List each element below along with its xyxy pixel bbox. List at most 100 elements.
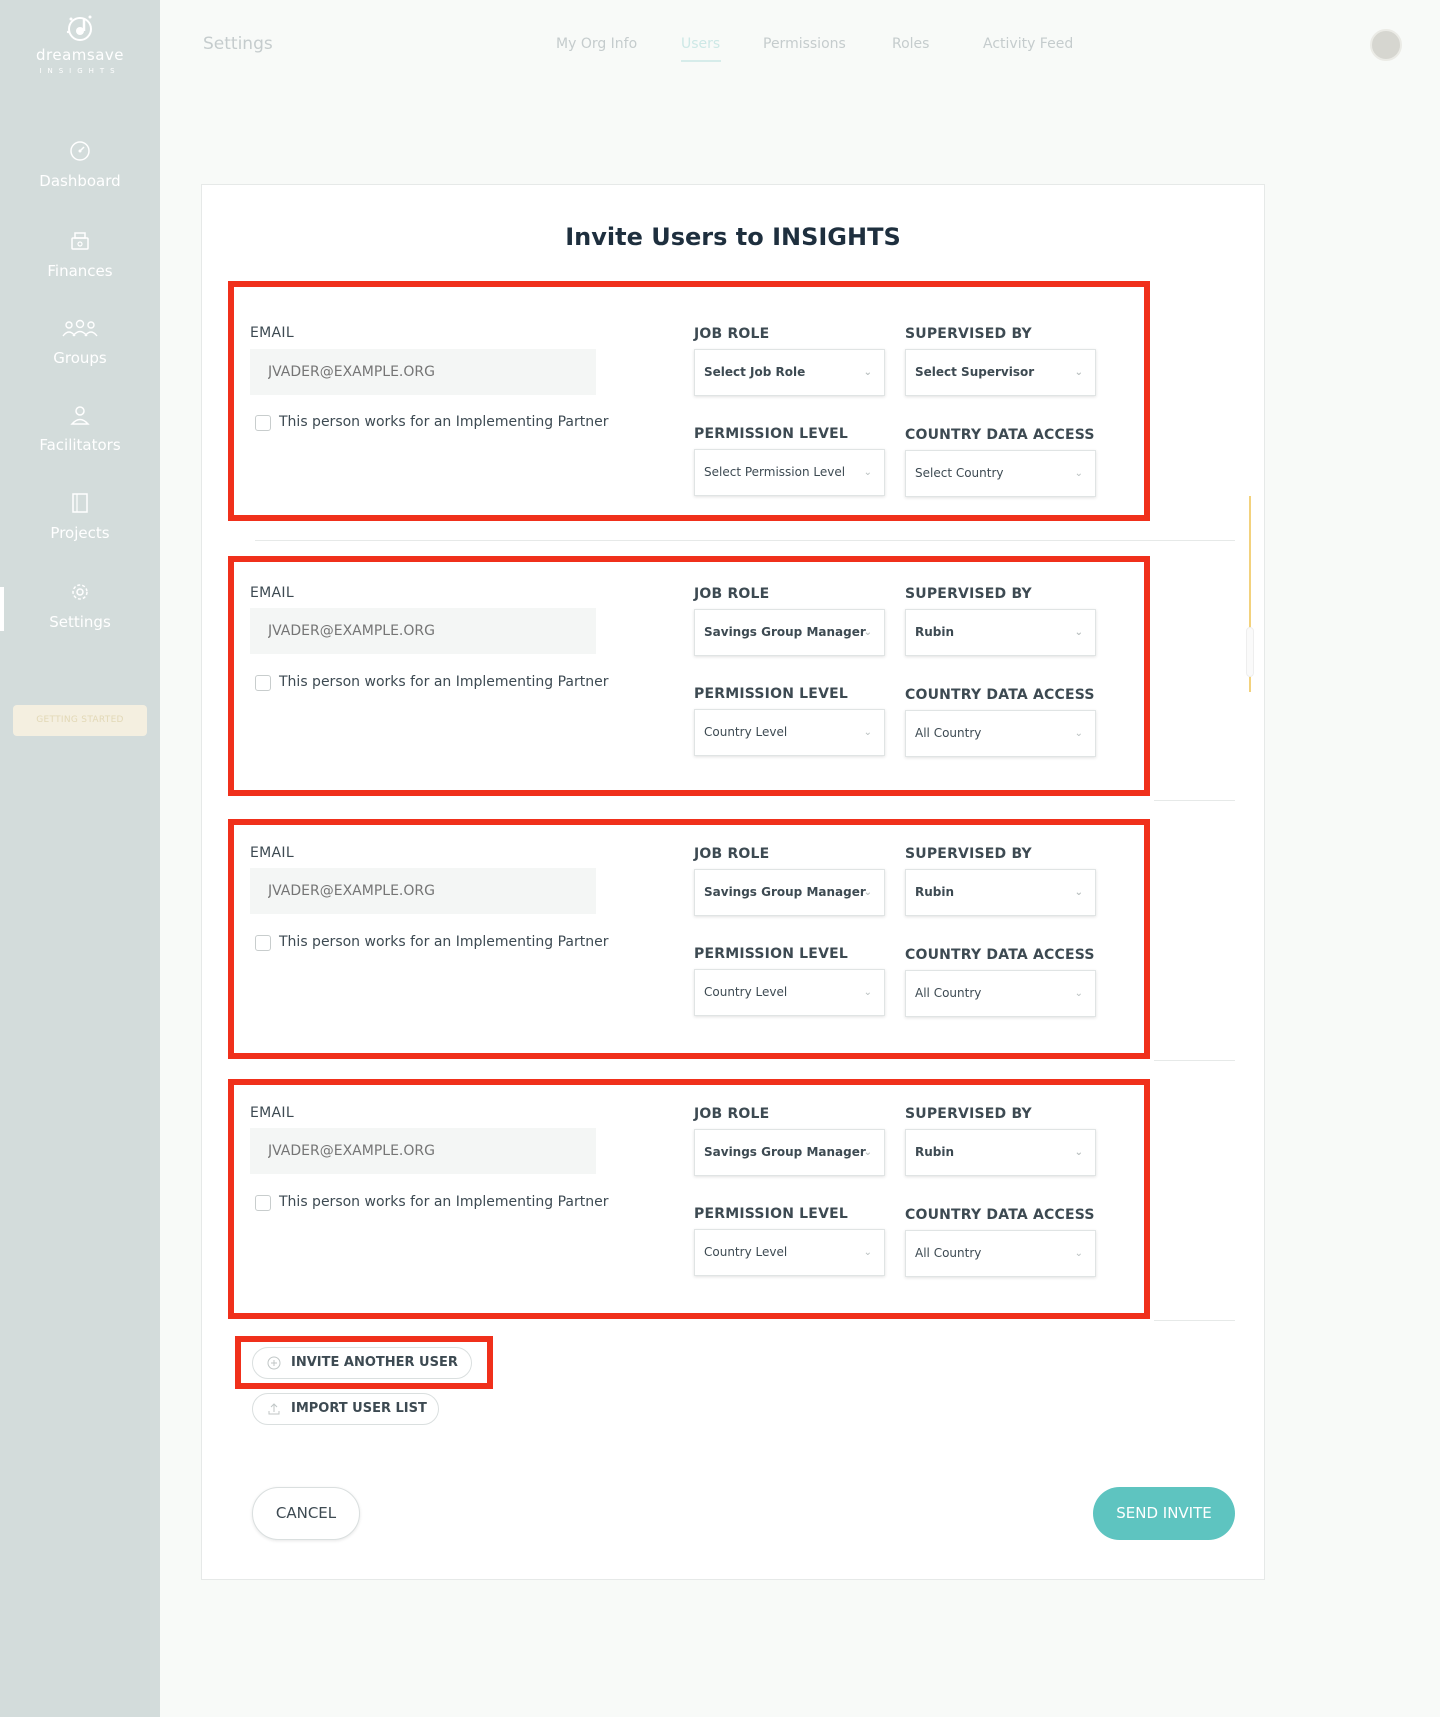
supervisor-value: Select Supervisor bbox=[915, 365, 1035, 379]
job-role-label: JOB ROLE bbox=[694, 846, 770, 862]
tab-activity-feed[interactable]: Activity Feed bbox=[983, 36, 1073, 52]
sidebar-item-label: Settings bbox=[49, 613, 111, 631]
chevron-down-icon: ⌄ bbox=[1074, 367, 1083, 378]
sidebar-item-label: Groups bbox=[53, 349, 107, 367]
tab-permissions[interactable]: Permissions bbox=[763, 36, 846, 52]
chevron-down-icon: ⌄ bbox=[1074, 1147, 1083, 1158]
invite-entry: EMAIL This person works for an Implement… bbox=[228, 281, 1150, 521]
partner-checkbox[interactable] bbox=[255, 415, 271, 431]
supervisor-select[interactable]: Rubin ⌄ bbox=[905, 1129, 1096, 1176]
avatar[interactable] bbox=[1370, 29, 1402, 61]
permission-level-label: PERMISSION LEVEL bbox=[694, 426, 848, 442]
chevron-down-icon: ⌄ bbox=[863, 887, 872, 898]
chevron-down-icon: ⌄ bbox=[1074, 887, 1083, 898]
job-role-value: Savings Group Manager bbox=[704, 625, 866, 639]
email-label: EMAIL bbox=[250, 1105, 294, 1121]
sidebar-item-finances[interactable]: Finances bbox=[0, 230, 160, 280]
cash-register-icon bbox=[71, 232, 89, 250]
job-role-label: JOB ROLE bbox=[694, 586, 770, 602]
permission-level-select[interactable]: Select Permission Level ⌄ bbox=[694, 449, 885, 496]
getting-started-button[interactable]: GETTING STARTED bbox=[13, 705, 147, 736]
cancel-button[interactable]: CANCEL bbox=[252, 1487, 360, 1540]
sidebar-item-groups[interactable]: Groups bbox=[0, 317, 160, 367]
sidebar-item-label: Facilitators bbox=[39, 436, 121, 454]
partner-checkbox-label: This person works for an Implementing Pa… bbox=[279, 1194, 609, 1210]
supervisor-value: Rubin bbox=[915, 625, 955, 639]
divider bbox=[255, 540, 1235, 541]
email-field[interactable] bbox=[250, 1128, 596, 1174]
email-label: EMAIL bbox=[250, 325, 294, 341]
chevron-down-icon: ⌄ bbox=[1074, 627, 1083, 638]
divider bbox=[1154, 1060, 1235, 1061]
permission-level-label: PERMISSION LEVEL bbox=[694, 686, 848, 702]
sidebar-item-dashboard[interactable]: Dashboard bbox=[0, 140, 160, 190]
country-data-access-label: COUNTRY DATA ACCESS bbox=[905, 687, 1095, 703]
job-role-select[interactable]: Savings Group Manager ⌄ bbox=[694, 609, 885, 656]
country-select[interactable]: All Country ⌄ bbox=[905, 970, 1096, 1017]
sidebar-item-settings[interactable]: Settings bbox=[0, 581, 160, 631]
email-field[interactable] bbox=[250, 608, 596, 654]
email-label: EMAIL bbox=[250, 845, 294, 861]
partner-checkbox[interactable] bbox=[255, 935, 271, 951]
group-icon bbox=[62, 319, 98, 337]
sidebar-item-projects[interactable]: Projects bbox=[0, 492, 160, 542]
job-role-select[interactable]: Select Job Role ⌄ bbox=[694, 349, 885, 396]
job-role-select[interactable]: Savings Group Manager ⌄ bbox=[694, 869, 885, 916]
chevron-down-icon: ⌄ bbox=[1074, 988, 1083, 999]
tab-my-org-info[interactable]: My Org Info bbox=[556, 36, 637, 52]
partner-checkbox[interactable] bbox=[255, 1195, 271, 1211]
import-user-list-label: IMPORT USER LIST bbox=[291, 1401, 427, 1416]
job-role-label: JOB ROLE bbox=[694, 326, 770, 342]
sidebar: dreamsave INSIGHTS Dashboard Finances Gr… bbox=[0, 0, 160, 1717]
invite-another-user-label: INVITE ANOTHER USER bbox=[291, 1355, 458, 1370]
country-select[interactable]: All Country ⌄ bbox=[905, 710, 1096, 757]
app-logo[interactable]: dreamsave INSIGHTS bbox=[0, 12, 160, 75]
supervisor-value: Rubin bbox=[915, 885, 955, 899]
supervised-by-label: SUPERVISED BY bbox=[905, 1106, 1032, 1122]
tab-users[interactable]: Users bbox=[681, 36, 720, 52]
chevron-down-icon: ⌄ bbox=[863, 727, 872, 738]
partner-checkbox[interactable] bbox=[255, 675, 271, 691]
sidebar-item-label: Projects bbox=[50, 524, 110, 542]
scroll-thumb[interactable] bbox=[1246, 627, 1254, 677]
page-title: Settings bbox=[203, 34, 273, 54]
permission-level-select[interactable]: Country Level ⌄ bbox=[694, 709, 885, 756]
tab-roles[interactable]: Roles bbox=[892, 36, 929, 52]
email-field[interactable] bbox=[250, 868, 596, 914]
logo-subtitle: INSIGHTS bbox=[39, 67, 121, 75]
invite-users-card: Invite Users to INSIGHTS EMAIL This pers… bbox=[201, 184, 1265, 1580]
job-role-select[interactable]: Savings Group Manager ⌄ bbox=[694, 1129, 885, 1176]
permission-level-label: PERMISSION LEVEL bbox=[694, 1206, 848, 1222]
send-invite-button[interactable]: SEND INVITE bbox=[1093, 1487, 1235, 1540]
permission-level-label: PERMISSION LEVEL bbox=[694, 946, 848, 962]
permission-level-select[interactable]: Country Level ⌄ bbox=[694, 969, 885, 1016]
sidebar-item-label: Dashboard bbox=[39, 172, 121, 190]
chevron-down-icon: ⌄ bbox=[1074, 1248, 1083, 1259]
import-user-list-button[interactable]: IMPORT USER LIST bbox=[252, 1393, 439, 1425]
form-title: Invite Users to INSIGHTS bbox=[565, 223, 901, 251]
invite-another-user-button[interactable]: INVITE ANOTHER USER bbox=[252, 1347, 472, 1379]
chevron-down-icon: ⌄ bbox=[863, 467, 872, 478]
gear-icon bbox=[72, 584, 88, 600]
permission-level-value: Select Permission Level bbox=[704, 465, 846, 479]
country-value: All Country bbox=[915, 1246, 982, 1260]
supervisor-select[interactable]: Rubin ⌄ bbox=[905, 869, 1096, 916]
sidebar-item-facilitators[interactable]: Facilitators bbox=[0, 404, 160, 454]
upload-icon bbox=[268, 1403, 280, 1415]
email-field[interactable] bbox=[250, 349, 596, 395]
divider bbox=[1154, 1320, 1235, 1321]
job-role-value: Select Job Role bbox=[704, 365, 806, 379]
country-select[interactable]: All Country ⌄ bbox=[905, 1230, 1096, 1277]
job-role-value: Savings Group Manager bbox=[704, 1145, 866, 1159]
permission-level-value: Country Level bbox=[704, 985, 788, 999]
country-data-access-label: COUNTRY DATA ACCESS bbox=[905, 1207, 1095, 1223]
invite-entry: EMAIL This person works for an Implement… bbox=[228, 1079, 1150, 1319]
partner-checkbox-label: This person works for an Implementing Pa… bbox=[279, 674, 609, 690]
supervisor-select[interactable]: Rubin ⌄ bbox=[905, 609, 1096, 656]
partner-checkbox-label: This person works for an Implementing Pa… bbox=[279, 414, 609, 430]
country-select[interactable]: Select Country ⌄ bbox=[905, 450, 1096, 497]
chevron-down-icon: ⌄ bbox=[863, 627, 872, 638]
supervisor-value: Rubin bbox=[915, 1145, 955, 1159]
supervisor-select[interactable]: Select Supervisor ⌄ bbox=[905, 349, 1096, 396]
permission-level-select[interactable]: Country Level ⌄ bbox=[694, 1229, 885, 1276]
